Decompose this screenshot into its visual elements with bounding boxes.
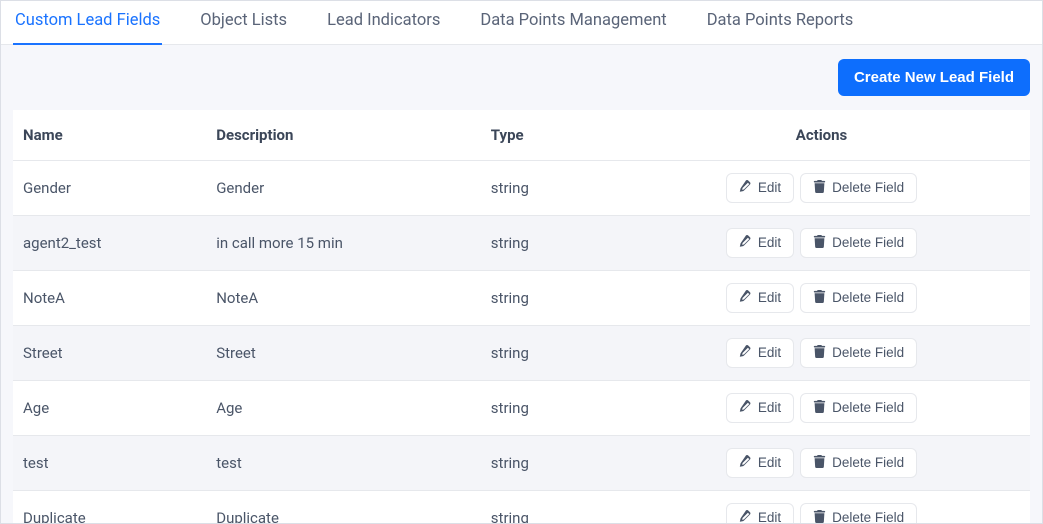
cell-description: Duplicate: [206, 491, 481, 524]
table-row: NoteANoteAstringEditDelete Field: [13, 271, 1030, 326]
cell-description: Gender: [206, 161, 481, 216]
edit-icon: [739, 180, 752, 196]
col-header-description: Description: [206, 110, 481, 161]
edit-button[interactable]: Edit: [726, 448, 794, 478]
edit-button[interactable]: Edit: [726, 228, 794, 258]
trash-icon: [813, 235, 826, 251]
tab-custom-lead-fields[interactable]: Custom Lead Fields: [13, 1, 162, 44]
edit-button[interactable]: Edit: [726, 173, 794, 203]
cell-name: Gender: [13, 161, 206, 216]
edit-button-label: Edit: [758, 400, 781, 415]
delete-field-button[interactable]: Delete Field: [800, 173, 917, 203]
cell-description: test: [206, 436, 481, 491]
cell-actions: Edit Delete Field: [613, 326, 1030, 381]
cell-actions: Edit Delete Field: [613, 271, 1030, 326]
cell-description: NoteA: [206, 271, 481, 326]
edit-button[interactable]: Edit: [726, 503, 794, 524]
cell-type: string: [481, 436, 613, 491]
delete-button-label: Delete Field: [832, 235, 904, 250]
cell-actions: Edit Delete Field: [613, 381, 1030, 436]
cell-actions: Edit Delete Field: [613, 436, 1030, 491]
cell-type: string: [481, 271, 613, 326]
delete-button-label: Delete Field: [832, 345, 904, 360]
cell-type: string: [481, 381, 613, 436]
edit-button[interactable]: Edit: [726, 393, 794, 423]
trash-icon: [813, 180, 826, 196]
col-header-name: Name: [13, 110, 206, 161]
table-row: AgeAgestringEditDelete Field: [13, 381, 1030, 436]
trash-icon: [813, 455, 826, 471]
cell-description: Street: [206, 326, 481, 381]
trash-icon: [813, 510, 826, 524]
create-new-lead-field-button[interactable]: Create New Lead Field: [838, 59, 1030, 96]
cell-actions: Edit Delete Field: [613, 491, 1030, 524]
cell-type: string: [481, 161, 613, 216]
delete-field-button[interactable]: Delete Field: [800, 448, 917, 478]
edit-button-label: Edit: [758, 510, 781, 523]
cell-description: in call more 15 min: [206, 216, 481, 271]
delete-field-button[interactable]: Delete Field: [800, 503, 917, 524]
edit-icon: [739, 510, 752, 524]
table-header-row: Name Description Type Actions: [13, 110, 1030, 161]
lead-fields-table: Name Description Type Actions GenderGend…: [13, 110, 1030, 524]
delete-field-button[interactable]: Delete Field: [800, 228, 917, 258]
toolbar: Create New Lead Field: [13, 59, 1030, 96]
edit-icon: [739, 290, 752, 306]
cell-name: Age: [13, 381, 206, 436]
delete-button-label: Delete Field: [832, 400, 904, 415]
table-row: testteststringEditDelete Field: [13, 436, 1030, 491]
trash-icon: [813, 345, 826, 361]
cell-name: NoteA: [13, 271, 206, 326]
table-row: agent2_testin call more 15 minstringEdit…: [13, 216, 1030, 271]
trash-icon: [813, 290, 826, 306]
col-header-actions: Actions: [613, 110, 1030, 161]
delete-button-label: Delete Field: [832, 455, 904, 470]
tab-object-lists[interactable]: Object Lists: [198, 1, 289, 44]
delete-field-button[interactable]: Delete Field: [800, 283, 917, 313]
edit-button[interactable]: Edit: [726, 283, 794, 313]
cell-type: string: [481, 216, 613, 271]
edit-button-label: Edit: [758, 180, 781, 195]
tab-data-points-management[interactable]: Data Points Management: [478, 1, 668, 44]
tab-lead-indicators[interactable]: Lead Indicators: [325, 1, 442, 44]
cell-name: Duplicate: [13, 491, 206, 524]
cell-name: agent2_test: [13, 216, 206, 271]
edit-button-label: Edit: [758, 455, 781, 470]
trash-icon: [813, 400, 826, 416]
panel-custom-lead-fields: Create New Lead Field Name Description T…: [1, 45, 1042, 524]
edit-icon: [739, 235, 752, 251]
edit-icon: [739, 345, 752, 361]
app-frame: Custom Lead Fields Object Lists Lead Indic…: [0, 0, 1043, 524]
tabs-bar: Custom Lead Fields Object Lists Lead Indic…: [1, 1, 1042, 45]
cell-name: test: [13, 436, 206, 491]
table-row: DuplicateDuplicatestringEditDelete Field: [13, 491, 1030, 524]
cell-type: string: [481, 491, 613, 524]
tab-data-points-reports[interactable]: Data Points Reports: [705, 1, 856, 44]
table-row: StreetStreetstringEditDelete Field: [13, 326, 1030, 381]
table-row: GenderGenderstringEditDelete Field: [13, 161, 1030, 216]
edit-icon: [739, 400, 752, 416]
delete-field-button[interactable]: Delete Field: [800, 338, 917, 368]
cell-type: string: [481, 326, 613, 381]
cell-actions: Edit Delete Field: [613, 161, 1030, 216]
cell-name: Street: [13, 326, 206, 381]
delete-field-button[interactable]: Delete Field: [800, 393, 917, 423]
delete-button-label: Delete Field: [832, 510, 904, 523]
edit-icon: [739, 455, 752, 471]
edit-button-label: Edit: [758, 290, 781, 305]
edit-button-label: Edit: [758, 235, 781, 250]
delete-button-label: Delete Field: [832, 290, 904, 305]
cell-actions: Edit Delete Field: [613, 216, 1030, 271]
edit-button-label: Edit: [758, 345, 781, 360]
cell-description: Age: [206, 381, 481, 436]
delete-button-label: Delete Field: [832, 180, 904, 195]
edit-button[interactable]: Edit: [726, 338, 794, 368]
col-header-type: Type: [481, 110, 613, 161]
